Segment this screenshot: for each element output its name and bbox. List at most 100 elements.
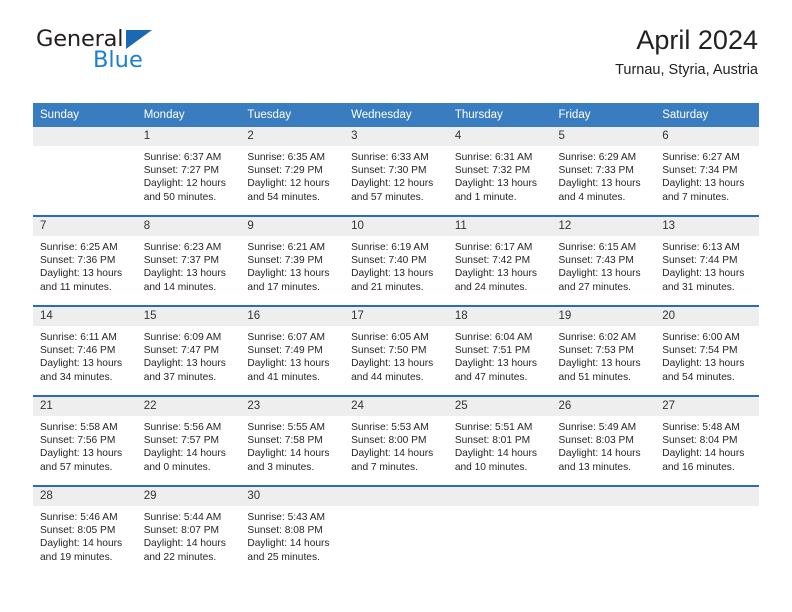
calendar-day-cell[interactable]: 14 Sunrise: 6:11 AM Sunset: 7:46 PM Dayligh… [33, 305, 137, 396]
calendar-day-cell[interactable] [344, 485, 448, 575]
calendar-day-cell[interactable]: 9 Sunrise: 6:21 AM Sunset: 7:39 PM Daylight… [240, 215, 345, 306]
detail-daylight: Daylight: 14 hours [247, 448, 330, 460]
calendar-day-cell[interactable]: 25 Sunrise: 5:51 AM Sunset: 8:01 PM Dayligh… [447, 395, 552, 486]
calendar-day-cell[interactable]: 24 Sunrise: 5:53 AM Sunset: 8:00 PM Dayligh… [344, 395, 448, 486]
logo-text-blue: Blue [93, 47, 143, 73]
detail-sunrise: Sunrise: 6:11 AM [40, 332, 117, 343]
day-number: 21 [33, 397, 137, 416]
calendar-day-cell[interactable]: 26 Sunrise: 5:49 AM Sunset: 8:03 PM Dayligh… [551, 395, 656, 486]
detail-sunrise: Sunrise: 6:09 AM [143, 332, 222, 343]
calendar-day-cell[interactable]: 1 Sunrise: 6:37 AM Sunset: 7:27 PM Daylight… [136, 127, 241, 216]
day-number: 10 [344, 217, 448, 236]
calendar-day-cell[interactable]: 27 Sunrise: 5:48 AM Sunset: 8:04 PM Dayligh… [655, 395, 759, 486]
day-cell-inner: 17 Sunrise: 6:05 AM Sunset: 7:50 PM Dayligh… [344, 307, 448, 395]
day-number: 13 [655, 217, 759, 236]
detail-daylight: Daylight: 14 hours [247, 538, 330, 550]
day-cell-inner [655, 487, 759, 575]
calendar-day-cell[interactable]: 3 Sunrise: 6:33 AM Sunset: 7:30 PM Daylight… [344, 127, 448, 216]
detail-sunset: Sunset: 7:40 PM [351, 255, 427, 267]
calendar-day-cell[interactable]: 20 Sunrise: 6:00 AM Sunset: 7:54 PM Dayligh… [655, 305, 759, 396]
detail-daylight: Daylight: 14 hours [143, 538, 226, 550]
calendar-day-cell[interactable]: 2 Sunrise: 6:35 AM Sunset: 7:29 PM Daylight… [240, 127, 345, 216]
detail-sunset: Sunset: 7:32 PM [454, 165, 531, 177]
calendar-day-cell[interactable]: 21 Sunrise: 5:58 AM Sunset: 7:56 PM Dayligh… [33, 395, 137, 486]
detail-sunrise: Sunrise: 6:31 AM [454, 152, 533, 163]
detail-daylight2: and 1 minute. [454, 191, 517, 203]
calendar-day-cell[interactable]: 12 Sunrise: 6:15 AM Sunset: 7:43 PM Dayligh… [551, 215, 656, 306]
detail-sunset: Sunset: 7:44 PM [662, 255, 738, 267]
detail-daylight: Daylight: 12 hours [247, 178, 330, 190]
calendar-day-cell[interactable] [33, 127, 137, 216]
calendar-table: Sunday Monday Tuesday Wednesday Thursday… [33, 103, 759, 575]
detail-sunset: Sunset: 7:29 PM [247, 165, 323, 177]
title-block: April 2024 Turnau, Styria, Austria [615, 26, 758, 78]
detail-sunset: Sunset: 7:46 PM [40, 345, 116, 357]
day-number: 6 [655, 127, 759, 146]
day-cell-inner: 13 Sunrise: 6:13 AM Sunset: 7:44 PM Dayligh… [655, 217, 759, 305]
day-number: 20 [655, 307, 759, 326]
detail-daylight: Daylight: 13 hours [40, 358, 123, 370]
detail-daylight2: and 50 minutes. [143, 191, 217, 203]
calendar-day-cell[interactable]: 29 Sunrise: 5:44 AM Sunset: 8:07 PM Dayligh… [136, 485, 241, 575]
day-details: Sunrise: 5:44 AM Sunset: 8:07 PM Daylight:… [137, 506, 241, 564]
calendar-day-cell[interactable]: 15 Sunrise: 6:09 AM Sunset: 7:47 PM Dayligh… [136, 305, 241, 396]
detail-daylight: Daylight: 13 hours [454, 358, 537, 370]
day-cell-inner: 7 Sunrise: 6:25 AM Sunset: 7:36 PM Daylight… [33, 217, 137, 305]
day-number [33, 127, 137, 146]
day-details: Sunrise: 5:58 AM Sunset: 7:56 PM Daylight:… [33, 416, 137, 474]
calendar-day-cell[interactable]: 8 Sunrise: 6:23 AM Sunset: 7:37 PM Daylight… [136, 215, 241, 306]
day-number: 19 [551, 307, 656, 326]
detail-sunrise: Sunrise: 6:37 AM [143, 152, 222, 163]
detail-daylight2: and 25 minutes. [247, 551, 320, 563]
day-cell-inner: 30 Sunrise: 5:43 AM Sunset: 8:08 PM Dayligh… [240, 487, 345, 575]
detail-sunset: Sunset: 7:33 PM [558, 165, 634, 177]
detail-daylight2: and 11 minutes. [40, 281, 112, 293]
detail-sunrise: Sunrise: 6:04 AM [454, 332, 533, 343]
detail-daylight: Daylight: 13 hours [143, 358, 226, 370]
detail-sunrise: Sunrise: 6:15 AM [558, 242, 637, 253]
detail-daylight2: and 21 minutes. [351, 281, 424, 293]
day-details: Sunrise: 6:21 AM Sunset: 7:39 PM Daylight:… [240, 236, 344, 294]
calendar-day-cell[interactable]: 16 Sunrise: 6:07 AM Sunset: 7:49 PM Dayligh… [240, 305, 345, 396]
calendar-day-cell[interactable] [551, 485, 656, 575]
calendar-header-row: Sunday Monday Tuesday Wednesday Thursday… [33, 103, 759, 127]
calendar-day-cell[interactable]: 10 Sunrise: 6:19 AM Sunset: 7:40 PM Dayligh… [344, 215, 448, 306]
calendar-day-cell[interactable]: 17 Sunrise: 6:05 AM Sunset: 7:50 PM Dayligh… [344, 305, 448, 396]
calendar-day-cell[interactable]: 5 Sunrise: 6:29 AM Sunset: 7:33 PM Daylight… [551, 127, 656, 216]
day-cell-inner: 21 Sunrise: 5:58 AM Sunset: 7:56 PM Dayligh… [33, 397, 137, 485]
calendar-day-cell[interactable]: 18 Sunrise: 6:04 AM Sunset: 7:51 PM Dayligh… [447, 305, 552, 396]
day-number [344, 487, 448, 506]
day-number: 4 [447, 127, 552, 146]
day-details: Sunrise: 6:11 AM Sunset: 7:46 PM Daylight:… [33, 326, 137, 384]
calendar-day-cell[interactable]: 6 Sunrise: 6:27 AM Sunset: 7:34 PM Daylight… [655, 127, 759, 216]
detail-daylight2: and 31 minutes. [662, 281, 735, 293]
day-number: 18 [447, 307, 552, 326]
calendar-day-cell[interactable]: 19 Sunrise: 6:02 AM Sunset: 7:53 PM Dayligh… [551, 305, 656, 396]
day-number: 22 [136, 397, 241, 416]
day-number: 1 [136, 127, 241, 146]
day-cell-inner: 6 Sunrise: 6:27 AM Sunset: 7:34 PM Daylight… [655, 127, 759, 215]
calendar-day-cell[interactable] [655, 485, 759, 575]
day-number: 30 [240, 487, 345, 506]
calendar-day-cell[interactable]: 23 Sunrise: 5:55 AM Sunset: 7:58 PM Dayligh… [240, 395, 345, 486]
calendar-day-cell[interactable]: 30 Sunrise: 5:43 AM Sunset: 8:08 PM Dayligh… [240, 485, 345, 575]
calendar-day-cell[interactable]: 13 Sunrise: 6:13 AM Sunset: 7:44 PM Dayligh… [655, 215, 759, 306]
general-blue-logo[interactable]: General Blue [36, 28, 216, 74]
detail-daylight2: and 3 minutes. [247, 461, 315, 473]
day-details: Sunrise: 6:29 AM Sunset: 7:33 PM Daylight:… [552, 146, 656, 204]
detail-sunrise: Sunrise: 5:46 AM [40, 512, 118, 523]
day-details: Sunrise: 6:23 AM Sunset: 7:37 PM Daylight:… [137, 236, 241, 294]
calendar-day-cell[interactable]: 28 Sunrise: 5:46 AM Sunset: 8:05 PM Dayligh… [33, 485, 137, 575]
calendar-day-cell[interactable]: 22 Sunrise: 5:56 AM Sunset: 7:57 PM Dayligh… [136, 395, 241, 486]
calendar-day-cell[interactable]: 4 Sunrise: 6:31 AM Sunset: 7:32 PM Daylight… [447, 127, 552, 216]
calendar-day-cell[interactable]: 7 Sunrise: 6:25 AM Sunset: 7:36 PM Daylight… [33, 215, 137, 306]
calendar-day-cell[interactable]: 11 Sunrise: 6:17 AM Sunset: 7:42 PM Dayligh… [447, 215, 552, 306]
page-header: General Blue April 2024 Turnau, Styria, … [0, 0, 792, 78]
day-details: Sunrise: 6:33 AM Sunset: 7:30 PM Daylight:… [344, 146, 448, 204]
day-details: Sunrise: 5:46 AM Sunset: 8:05 PM Daylight:… [33, 506, 137, 564]
day-cell-inner: 12 Sunrise: 6:15 AM Sunset: 7:43 PM Dayligh… [551, 217, 656, 305]
day-cell-inner [551, 487, 656, 575]
detail-sunrise: Sunrise: 6:23 AM [143, 242, 222, 253]
detail-daylight: Daylight: 13 hours [662, 358, 745, 370]
calendar-day-cell[interactable] [447, 485, 552, 575]
